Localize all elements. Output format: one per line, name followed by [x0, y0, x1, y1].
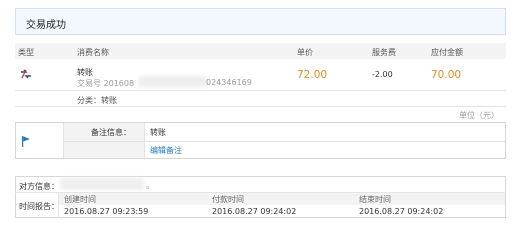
transaction-number-label: 交易号 201608 [77, 79, 135, 88]
column-header-name: 消费名称 [77, 48, 109, 57]
status-banner: 交易成功 [15, 8, 506, 35]
currency-unit-note: 单位（元） [459, 111, 499, 120]
counterparty-suffix: 。 [146, 181, 154, 190]
time-report-label: 时间报告： [19, 202, 59, 211]
counterparty-label: 对方信息： [19, 182, 59, 191]
remark-label: 备注信息： [91, 128, 131, 137]
edit-remark-link[interactable]: 编辑备注 [150, 145, 182, 156]
transfer-icon [21, 69, 31, 79]
payable-amount: 70.00 [431, 69, 462, 81]
transaction-name: 转账 [77, 68, 93, 77]
column-header-amount: 应付金额 [431, 48, 463, 57]
time-report-header [59, 193, 505, 205]
paid-time-header: 付款时间 [212, 195, 244, 204]
column-header-price: 单价 [297, 48, 313, 57]
unit-price: 72.00 [297, 69, 328, 81]
redacted-transaction-number [138, 76, 208, 87]
ended-time-header: 结束时间 [359, 195, 391, 204]
created-time-header: 创建时间 [64, 195, 96, 204]
ended-time-value: 2016.08.27 09:24:02 [359, 207, 444, 216]
paid-time-value: 2016.08.27 09:24:02 [212, 207, 297, 216]
remark-row-divider [145, 141, 505, 142]
service-fee: -2.00 [372, 70, 393, 79]
remark-label-cell-empty [63, 141, 145, 158]
created-time-value: 2016.08.27 09:23:59 [64, 207, 149, 216]
transaction-category: 分类：转账 [77, 96, 117, 105]
page-title: 交易成功 [26, 20, 66, 31]
redacted-counterparty [60, 178, 144, 190]
row-divider [15, 106, 506, 107]
flag-icon [22, 136, 30, 147]
column-header-fee: 服务费 [372, 48, 396, 57]
column-header-type: 类型 [18, 48, 34, 57]
transaction-number-tail: 024346169 [206, 78, 252, 87]
remark-value: 转账 [150, 128, 166, 137]
row-divider [15, 90, 506, 91]
